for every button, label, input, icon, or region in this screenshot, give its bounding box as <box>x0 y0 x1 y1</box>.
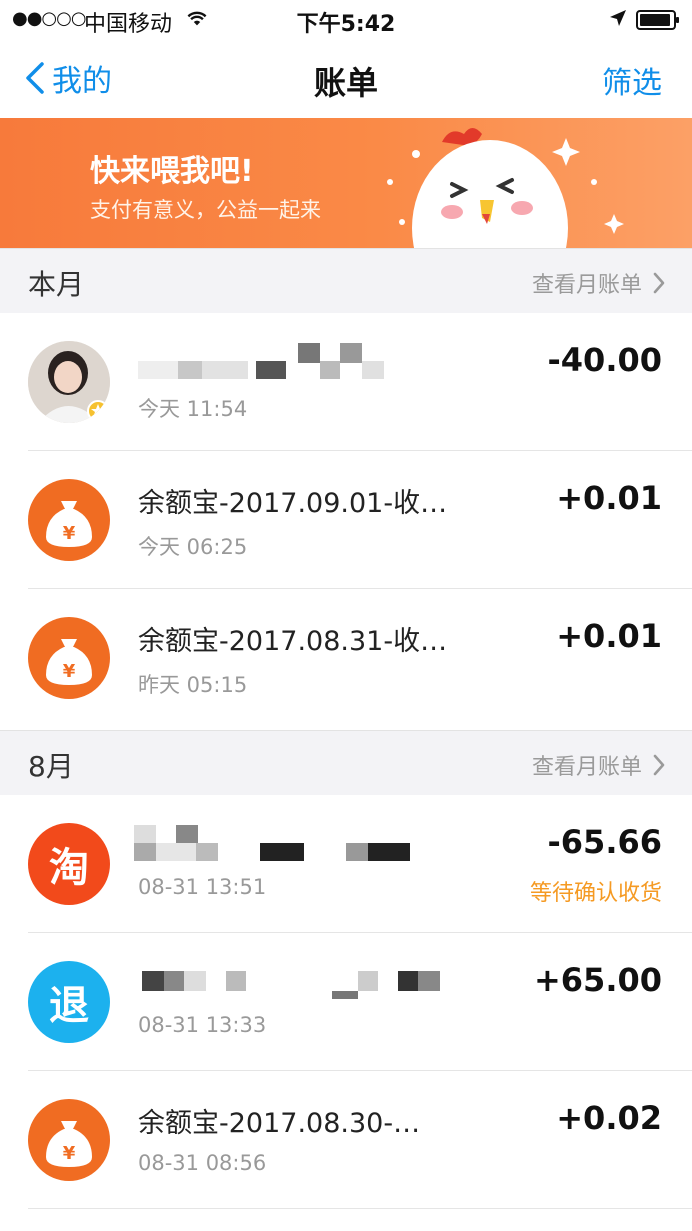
battery-icon <box>636 10 679 30</box>
section-header-august: 8月 查看月账单 <box>0 730 692 796</box>
redacted-title <box>130 343 460 385</box>
taobao-icon: 淘 <box>28 823 110 905</box>
bill-title: 余额宝-2017.08.30-… <box>138 1108 421 1139</box>
section-title: 8月 <box>28 750 74 783</box>
bill-row[interactable]: 退 08-31 13:33 +65.00 <box>0 933 692 1071</box>
bill-title: 余额宝-2017.08.31-收… <box>138 626 448 657</box>
money-bag-glyph: ¥ <box>46 639 92 685</box>
status-bar: ●●○○○ 中国移动 下午5:42 <box>0 0 692 40</box>
redacted-title <box>130 963 460 1005</box>
money-bag-glyph: ¥ <box>46 1121 92 1167</box>
filter-button[interactable]: 筛选 <box>602 58 662 102</box>
clock: 下午5:42 <box>296 12 396 37</box>
bill-amount: -40.00 <box>547 341 663 379</box>
section-header-this-month: 本月 查看月账单 <box>0 248 692 314</box>
nav-bar: 我的 账单 筛选 <box>0 40 692 118</box>
view-monthly-bill-label: 查看月账单 <box>531 755 642 780</box>
divider <box>28 1208 692 1209</box>
view-monthly-bill-link[interactable]: 查看月账单 <box>532 267 666 299</box>
taobao-glyph: 淘 <box>49 845 89 891</box>
banner-title: 快来喂我吧! <box>90 154 254 189</box>
svg-text:¥: ¥ <box>63 1143 76 1164</box>
bill-title: 余额宝-2017.09.01-收… <box>138 488 448 519</box>
svg-text:¥: ¥ <box>63 523 76 544</box>
bill-row[interactable]: 今天 11:54 -40.00 <box>0 313 692 451</box>
money-bag-glyph: ¥ <box>46 501 92 547</box>
bill-time: 08-31 13:33 <box>138 1013 267 1037</box>
avatar <box>28 341 110 423</box>
avatar-photo-icon <box>28 341 110 423</box>
bill-time: 今天 06:25 <box>138 535 248 559</box>
bill-row[interactable]: ¥ 余额宝-2017.09.01-收… 今天 06:25 +0.01 <box>0 451 692 589</box>
bill-row[interactable]: 淘 08-31 13:51 -65.66 等待确认收货 <box>0 795 692 933</box>
bill-amount: +0.02 <box>556 1099 662 1137</box>
bill-amount: +0.01 <box>556 617 662 655</box>
bill-amount: -65.66 <box>547 823 663 861</box>
bill-amount: +0.01 <box>556 479 662 517</box>
chicken-mascot-icon <box>387 128 624 248</box>
view-monthly-bill-link[interactable]: 查看月账单 <box>532 749 666 781</box>
banner-subtitle: 支付有意义，公益一起来 <box>90 198 321 222</box>
bill-amount: +65.00 <box>533 961 662 999</box>
bill-time: 昨天 05:15 <box>138 673 248 697</box>
location-arrow-icon <box>610 10 626 26</box>
chevron-right-icon <box>653 754 665 776</box>
redacted-title <box>130 825 460 867</box>
bill-time: 今天 11:54 <box>138 397 248 421</box>
promo-banner[interactable]: 快来喂我吧! 支付有意义，公益一起来 <box>0 118 692 248</box>
chevron-right-icon <box>653 272 665 294</box>
view-monthly-bill-label: 查看月账单 <box>531 273 642 298</box>
order-status: 等待确认收货 <box>529 881 662 906</box>
section-title: 本月 <box>28 268 85 301</box>
refund-icon: 退 <box>28 961 110 1043</box>
bill-row[interactable]: ¥ 余额宝-2017.08.30-… 08-31 08:56 +0.02 <box>0 1071 692 1209</box>
bill-row[interactable]: ¥ 余额宝-2017.08.31-收… 昨天 05:15 +0.01 <box>0 589 692 727</box>
money-bag-icon: ¥ <box>28 479 110 561</box>
money-bag-icon: ¥ <box>28 617 110 699</box>
bill-time: 08-31 08:56 <box>138 1151 267 1175</box>
page-title: 账单 <box>313 64 378 102</box>
svg-text:¥: ¥ <box>63 661 76 682</box>
bill-time: 08-31 13:51 <box>138 875 267 899</box>
refund-glyph: 退 <box>49 983 89 1029</box>
money-bag-icon: ¥ <box>28 1099 110 1181</box>
